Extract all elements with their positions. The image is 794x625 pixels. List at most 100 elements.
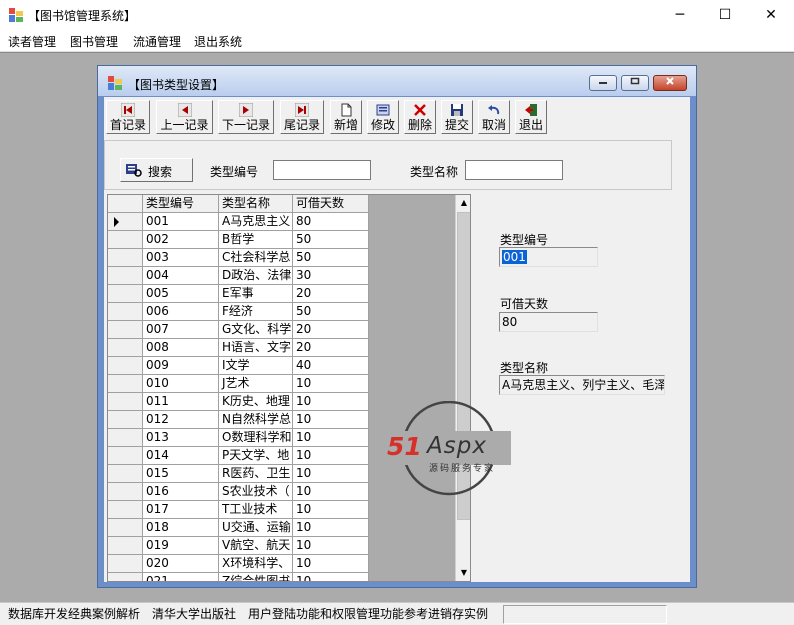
- cell-type-code[interactable]: 012: [143, 411, 219, 429]
- child-close-button[interactable]: [653, 75, 687, 91]
- row-header[interactable]: [108, 555, 143, 573]
- cell-type-code[interactable]: 013: [143, 429, 219, 447]
- row-header[interactable]: [108, 285, 143, 303]
- search-type-code-input[interactable]: [273, 160, 371, 180]
- cell-days[interactable]: 10: [293, 447, 369, 465]
- row-header[interactable]: [108, 447, 143, 465]
- cell-type-name[interactable]: U交通、运输: [219, 519, 293, 537]
- exit-button[interactable]: 退出: [515, 100, 547, 134]
- grid-vertical-scrollbar[interactable]: ▲ ▼: [455, 195, 470, 581]
- cell-type-code[interactable]: 011: [143, 393, 219, 411]
- cell-type-code[interactable]: 004: [143, 267, 219, 285]
- cell-type-code[interactable]: 007: [143, 321, 219, 339]
- row-header[interactable]: [108, 465, 143, 483]
- cell-days[interactable]: 10: [293, 519, 369, 537]
- scroll-down-icon[interactable]: ▼: [456, 565, 470, 581]
- cell-type-code[interactable]: 017: [143, 501, 219, 519]
- cell-days[interactable]: 10: [293, 429, 369, 447]
- cell-type-name[interactable]: D政治、法律: [219, 267, 293, 285]
- cell-days[interactable]: 10: [293, 501, 369, 519]
- row-header[interactable]: [108, 411, 143, 429]
- close-button[interactable]: ✕: [748, 0, 794, 30]
- cell-type-name[interactable]: E军事: [219, 285, 293, 303]
- edit-button[interactable]: 修改: [367, 100, 399, 134]
- cell-type-name[interactable]: Z综合性图书: [219, 573, 293, 581]
- menu-books[interactable]: 图书管理: [70, 33, 118, 50]
- cell-type-code[interactable]: 010: [143, 375, 219, 393]
- cell-type-code[interactable]: 003: [143, 249, 219, 267]
- child-minimize-button[interactable]: [589, 75, 617, 91]
- row-header[interactable]: [108, 483, 143, 501]
- cell-type-code[interactable]: 014: [143, 447, 219, 465]
- row-header[interactable]: [108, 321, 143, 339]
- cell-days[interactable]: 10: [293, 375, 369, 393]
- row-header[interactable]: [108, 213, 143, 231]
- cancel-button[interactable]: 取消: [478, 100, 510, 134]
- cell-type-name[interactable]: X环境科学、: [219, 555, 293, 573]
- first-record-button[interactable]: 首记录: [106, 100, 150, 134]
- new-button[interactable]: 新增: [330, 100, 362, 134]
- row-header[interactable]: [108, 573, 143, 581]
- row-header[interactable]: [108, 303, 143, 321]
- row-header[interactable]: [108, 357, 143, 375]
- cell-type-name[interactable]: F经济: [219, 303, 293, 321]
- cell-type-name[interactable]: N自然科学总: [219, 411, 293, 429]
- cell-days[interactable]: 10: [293, 555, 369, 573]
- search-type-name-input[interactable]: [465, 160, 563, 180]
- cell-days[interactable]: 80: [293, 213, 369, 231]
- row-header[interactable]: [108, 267, 143, 285]
- cell-type-name[interactable]: B哲学: [219, 231, 293, 249]
- cell-type-name[interactable]: H语言、文字: [219, 339, 293, 357]
- cell-type-code[interactable]: 019: [143, 537, 219, 555]
- cell-days[interactable]: 40: [293, 357, 369, 375]
- cell-type-code[interactable]: 016: [143, 483, 219, 501]
- cell-days[interactable]: 10: [293, 537, 369, 555]
- row-header[interactable]: [108, 393, 143, 411]
- cell-type-name[interactable]: O数理科学和: [219, 429, 293, 447]
- cell-type-code[interactable]: 018: [143, 519, 219, 537]
- cell-type-name[interactable]: P天文学、地: [219, 447, 293, 465]
- row-header[interactable]: [108, 537, 143, 555]
- column-header-type-code[interactable]: 类型编号: [143, 195, 219, 213]
- cell-type-name[interactable]: V航空、航天: [219, 537, 293, 555]
- maximize-button[interactable]: ☐: [702, 0, 748, 30]
- cell-type-code[interactable]: 005: [143, 285, 219, 303]
- delete-button[interactable]: 删除: [404, 100, 436, 134]
- cell-type-name[interactable]: T工业技术: [219, 501, 293, 519]
- row-header[interactable]: [108, 375, 143, 393]
- cell-days[interactable]: 30: [293, 267, 369, 285]
- cell-days[interactable]: 50: [293, 249, 369, 267]
- scroll-up-icon[interactable]: ▲: [456, 195, 470, 211]
- minimize-button[interactable]: ─: [657, 0, 703, 30]
- cell-days[interactable]: 50: [293, 231, 369, 249]
- child-restore-button[interactable]: [621, 75, 649, 91]
- detail-type-name-field[interactable]: A马克思主义、列宁主义、毛泽: [499, 375, 665, 395]
- cell-type-name[interactable]: R医药、卫生: [219, 465, 293, 483]
- row-header[interactable]: [108, 519, 143, 537]
- last-record-button[interactable]: 尾记录: [280, 100, 324, 134]
- cell-type-code[interactable]: 002: [143, 231, 219, 249]
- cell-type-name[interactable]: I文学: [219, 357, 293, 375]
- cell-days[interactable]: 20: [293, 321, 369, 339]
- next-record-button[interactable]: 下一记录: [218, 100, 274, 134]
- submit-button[interactable]: 提交: [441, 100, 473, 134]
- cell-type-code[interactable]: 020: [143, 555, 219, 573]
- cell-type-name[interactable]: G文化、科学: [219, 321, 293, 339]
- prev-record-button[interactable]: 上一记录: [156, 100, 213, 134]
- cell-type-code[interactable]: 008: [143, 339, 219, 357]
- cell-type-code[interactable]: 015: [143, 465, 219, 483]
- cell-type-name[interactable]: S农业技术（: [219, 483, 293, 501]
- row-header[interactable]: [108, 339, 143, 357]
- book-type-grid[interactable]: 类型编号 类型名称 可借天数 001 A马克思主义 80 002 B哲学 50 003 C社会…: [107, 194, 471, 582]
- cell-days[interactable]: 50: [293, 303, 369, 321]
- column-header-type-name[interactable]: 类型名称: [219, 195, 293, 213]
- menu-exit[interactable]: 退出系统: [194, 33, 242, 50]
- cell-type-code[interactable]: 021: [143, 573, 219, 581]
- cell-days[interactable]: 10: [293, 411, 369, 429]
- menu-circulation[interactable]: 流通管理: [133, 33, 181, 50]
- detail-type-code-field[interactable]: 001: [499, 247, 598, 267]
- cell-days[interactable]: 10: [293, 465, 369, 483]
- search-button[interactable]: 搜索: [120, 158, 193, 182]
- cell-type-name[interactable]: A马克思主义: [219, 213, 293, 231]
- row-header[interactable]: [108, 231, 143, 249]
